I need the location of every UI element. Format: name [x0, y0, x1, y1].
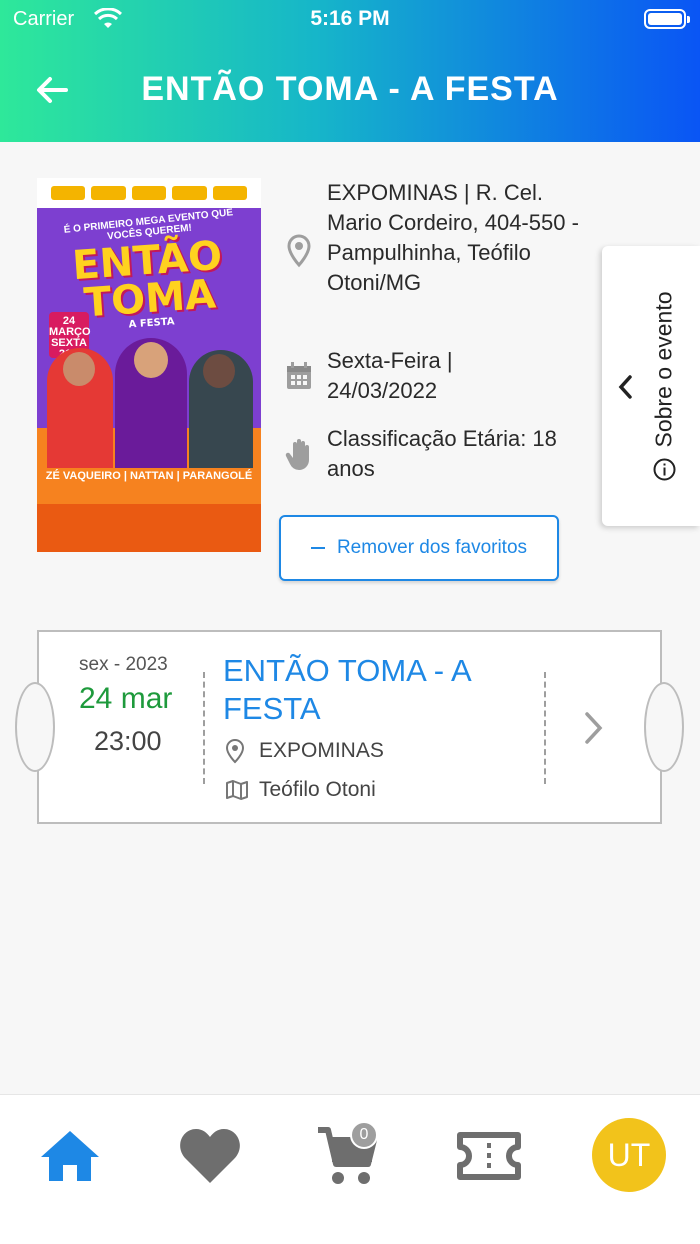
ticket-title: ENTÃO TOMA - A FESTA	[223, 653, 470, 726]
home-icon	[41, 1131, 99, 1181]
minus-icon	[310, 547, 325, 549]
nav-tickets[interactable]	[454, 1121, 524, 1191]
nav-home[interactable]	[35, 1121, 105, 1191]
nav-cart[interactable]: 0	[312, 1121, 382, 1191]
event-rating: Classificação Etária: 18 anos	[327, 426, 557, 481]
event-rating-row: Classificação Etária: 18 anos	[284, 424, 577, 484]
status-time: 5:16 PM	[310, 7, 390, 30]
ticket-date: 24 mar	[79, 682, 173, 715]
event-date: Sexta-Feira | 24/03/2022	[327, 348, 453, 403]
ticket-time: 23:00	[94, 726, 162, 756]
location-pin-icon	[225, 738, 251, 764]
ticket-city-row: Teófilo Otoni	[225, 778, 376, 802]
ticket-divider	[203, 672, 205, 784]
event-poster-image: É O PRIMEIRO MEGA EVENTO QUE VOCÊS QUERE…	[37, 178, 261, 552]
remove-favorite-button[interactable]: Remover dos favoritos	[279, 515, 559, 581]
ticket-weekday-year: sex - 2023	[79, 654, 168, 675]
location-pin-icon	[284, 178, 314, 298]
chevron-left-icon	[616, 374, 634, 405]
about-event-label: Sobre o evento	[650, 290, 677, 448]
cart-count-badge: 0	[350, 1121, 378, 1149]
sponsor-logos	[51, 186, 248, 200]
battery-icon	[644, 9, 690, 29]
ticket-venue: EXPOMINAS	[259, 739, 384, 762]
nav-profile[interactable]: UT	[591, 1117, 667, 1193]
event-date-row: Sexta-Feira | 24/03/2022	[284, 346, 567, 406]
page-title: ENTÃO TOMA - A FESTA	[141, 70, 559, 108]
about-event-tab[interactable]: Sobre o evento	[602, 246, 700, 526]
poster-artists-names: ZÉ VAQUEIRO | NATTAN | PARANGOLÉ	[45, 470, 253, 482]
ticket-icon	[457, 1132, 521, 1180]
avatar: UT	[592, 1118, 666, 1192]
hand-icon	[284, 424, 314, 484]
poster-artists-photo	[37, 338, 261, 468]
status-bar: Carrier 5:16 PM	[0, 0, 700, 40]
bottom-navigation: 0 UT	[0, 1094, 700, 1244]
event-address: EXPOMINAS | R. Cel. Mario Cordeiro, 404-…	[327, 180, 579, 295]
map-icon	[225, 779, 251, 801]
remove-favorite-label: Remover dos favoritos	[336, 537, 528, 558]
ticket-card[interactable]: sex - 2023 24 mar 23:00 ENTÃO TOMA - A F…	[15, 630, 684, 824]
poster-footer	[37, 504, 261, 552]
app-header: Carrier 5:16 PM ENTÃO TOMA - A FESTA	[0, 0, 700, 142]
event-address-row: EXPOMINAS | R. Cel. Mario Cordeiro, 404-…	[284, 178, 587, 298]
heart-icon	[180, 1129, 240, 1183]
ticket-city: Teófilo Otoni	[259, 778, 376, 801]
ticket-venue-row: EXPOMINAS	[225, 738, 384, 764]
calendar-icon	[284, 346, 314, 406]
nav-favorites[interactable]	[175, 1121, 245, 1191]
info-circle-icon	[652, 457, 676, 481]
ticket-divider-right	[544, 672, 546, 784]
chevron-right-icon	[581, 710, 605, 751]
